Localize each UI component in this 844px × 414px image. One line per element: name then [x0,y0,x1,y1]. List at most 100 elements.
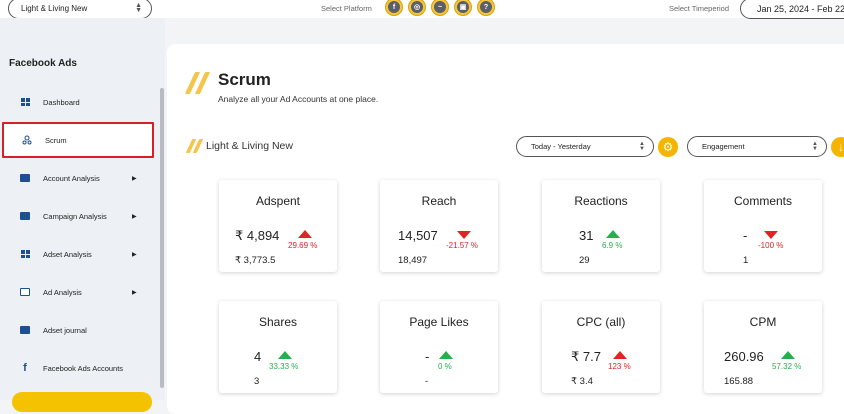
card-percent: 6.9 % [602,241,623,250]
card-percent: -21.57 % [446,241,479,250]
caret-right-icon: ▶ [132,289,137,296]
chevron-up-down-icon: ▲ ▼ [135,2,142,14]
card-title: Reach [421,194,457,208]
card-title: Comments [733,194,792,208]
card-previous-value: ₹ 3,773.5 [235,255,276,266]
card-value: 4 [254,349,262,364]
card-title: Page Likes [409,315,469,329]
metric-select[interactable]: Engagement ▲ ▼ [687,136,827,157]
download-icon[interactable]: ↓ [831,137,844,157]
metric-card-shares: Shares 4 33.33 % 3 [219,301,337,393]
sidebar-item-campaign-analysis[interactable]: Campaign Analysis ▶ [2,198,154,234]
trend-down-icon [764,231,778,239]
trend-up-icon [606,230,620,238]
sidebar-item-label: Account Analysis [43,173,100,183]
trend-up-icon [298,230,312,238]
period-select[interactable]: Today - Yesterday ▲ ▼ [516,136,654,157]
page-subtitle: Analyze all your Ad Accounts at one plac… [218,94,379,104]
card-percent: 0 % [438,362,452,371]
messenger-platform-icon[interactable]: ~ [431,0,449,16]
card-title: CPM [749,315,777,329]
metric-card-reactions: Reactions 31 6.9 % 29 [542,180,660,272]
journal-icon [20,325,30,335]
gear-icon[interactable]: ⚙ [658,137,678,157]
page-title: Scrum [218,70,271,89]
metric-card-cpc-all: CPC (all) ₹ 7.7 123 % ₹ 3.4 [542,301,660,393]
metric-card-adspent: Adspent ₹ 4,894 29.69 % ₹ 3,773.5 [219,180,337,272]
card-previous-value: 29 [579,255,590,266]
chevron-up-down-icon: ▲ ▼ [812,141,818,152]
sidebar-item-scrum[interactable]: Scrum [2,122,154,158]
adset-icon [20,249,30,259]
help-platform-icon[interactable]: ? [477,0,495,16]
period-select-value: Today - Yesterday [531,142,591,151]
metric-card-page-likes: Page Likes - 0 % - [380,301,498,393]
date-range-picker[interactable]: Jan 25, 2024 - Feb 22, [740,0,844,19]
caret-right-icon: ▶ [132,213,137,220]
sidebar-title: Facebook Ads [9,58,77,69]
card-previous-value: 1 [743,255,749,266]
top-bar: Light & Living New ▲ ▼ Select Platform f … [0,0,844,19]
date-range-value: Jan 25, 2024 - Feb 22, [757,3,844,14]
ad-icon [20,287,30,297]
sidebar: Facebook Ads Dashboard Scrum Account Ana… [0,18,165,400]
card-title: Adspent [255,194,301,208]
trend-up-icon [439,351,453,359]
card-value: - [425,349,430,364]
facebook-icon: f [23,362,27,374]
card-title: Reactions [574,194,628,208]
card-percent: -100 % [758,241,784,250]
sidebar-item-adset-analysis[interactable]: Adset Analysis ▶ [2,236,154,272]
card-value: ₹ 4,894 [235,228,280,243]
brand-select-value: Light & Living New [21,4,88,13]
sidebar-item-facebook-ads-accounts[interactable]: f Facebook Ads Accounts [2,350,154,386]
card-previous-value: 165.88 [724,376,754,387]
card-previous-value: ₹ 3.4 [571,376,593,387]
sidebar-item-dashboard[interactable]: Dashboard [2,84,154,120]
card-title: CPC (all) [576,315,626,329]
trend-up-icon [613,351,627,359]
facebook-platform-icon[interactable]: f [385,0,403,16]
card-value: 31 [579,228,594,243]
card-percent: 29.69 % [288,241,318,250]
sidebar-item-label: Campaign Analysis [43,211,107,221]
brand-select[interactable]: Light & Living New ▲ ▼ [8,0,152,19]
card-percent: 57.32 % [772,362,802,371]
metric-card-cpm: CPM 260.96 57.32 % 165.88 [704,301,822,393]
sidebar-item-label: Dashboard [43,97,80,107]
account-name: Light & Living New [206,140,293,152]
metric-card-comments: Comments - -100 % 1 [704,180,822,272]
trend-down-icon [457,231,471,239]
card-value: 260.96 [724,349,764,364]
trend-up-icon [781,351,795,359]
scrum-icon [22,135,32,145]
sidebar-yellow-button[interactable] [12,392,152,412]
card-percent: 123 % [608,362,631,371]
metric-select-value: Engagement [702,142,745,151]
campaign-icon [20,211,30,221]
metric-card-reach: Reach 14,507 -21.57 % 18,497 [380,180,498,272]
card-previous-value: 3 [254,376,260,387]
sidebar-item-account-analysis[interactable]: Account Analysis ▶ [2,160,154,196]
sidebar-item-label: Adset journal [43,325,87,335]
sidebar-item-ad-analysis[interactable]: Ad Analysis ▶ [2,274,154,310]
sidebar-item-label: Scrum [45,135,67,145]
account-icon [20,173,30,183]
sidebar-item-label: Ad Analysis [43,287,82,297]
card-value: - [743,228,748,243]
caret-right-icon: ▶ [132,251,137,258]
card-previous-value: - [425,376,429,387]
instagram-platform-icon[interactable]: ◎ [408,0,426,16]
select-timeperiod-label: Select Timeperiod [669,4,730,13]
select-platform-label: Select Platform [321,4,372,13]
card-title: Shares [258,315,298,329]
sidebar-item-label: Adset Analysis [43,249,92,259]
sidebar-item-label: Facebook Ads Accounts [43,363,124,373]
sidebar-item-adset-journal[interactable]: Adset journal [2,312,154,348]
caret-right-icon: ▶ [132,175,137,182]
chevron-up-down-icon: ▲ ▼ [639,141,645,152]
card-percent: 33.33 % [269,362,299,371]
dashboard-icon [20,97,30,107]
chat-platform-icon[interactable]: ▣ [454,0,472,16]
sidebar-scrollbar[interactable] [160,88,164,388]
